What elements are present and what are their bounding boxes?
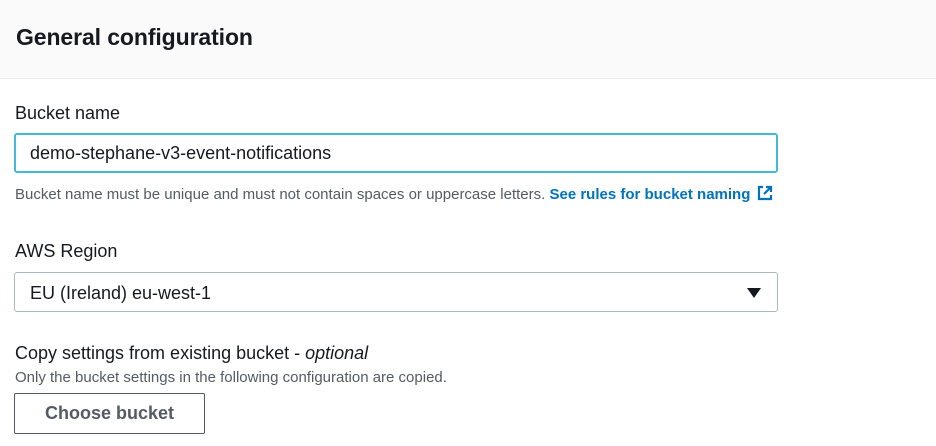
copy-settings-label-text: Copy settings from existing bucket - (15, 343, 306, 363)
bucket-name-hint-text: Bucket name must be unique and must not … (15, 186, 546, 203)
bucket-naming-rules-link-text: See rules for bucket naming (549, 186, 751, 203)
caret-down-icon (747, 288, 761, 298)
choose-bucket-button[interactable]: Choose bucket (14, 393, 205, 434)
bucket-naming-rules-link[interactable]: See rules for bucket naming (549, 184, 774, 206)
bucket-name-input[interactable] (14, 133, 778, 173)
aws-region-label: AWS Region (15, 241, 118, 261)
copy-settings-description: Only the bucket settings in the followin… (15, 369, 447, 386)
aws-region-select[interactable]: EU (Ireland) eu-west-1 (14, 272, 778, 312)
external-link-icon (756, 184, 774, 206)
panel-header: General configuration (0, 0, 936, 79)
aws-region-selected-value: EU (Ireland) eu-west-1 (30, 283, 212, 303)
panel-title: General configuration (16, 24, 253, 50)
bucket-name-hint: Bucket name must be unique and must not … (15, 184, 774, 206)
optional-tag: optional (305, 343, 369, 363)
bucket-name-label: Bucket name (15, 103, 121, 123)
copy-settings-label: Copy settings from existing bucket - opt… (15, 343, 368, 364)
